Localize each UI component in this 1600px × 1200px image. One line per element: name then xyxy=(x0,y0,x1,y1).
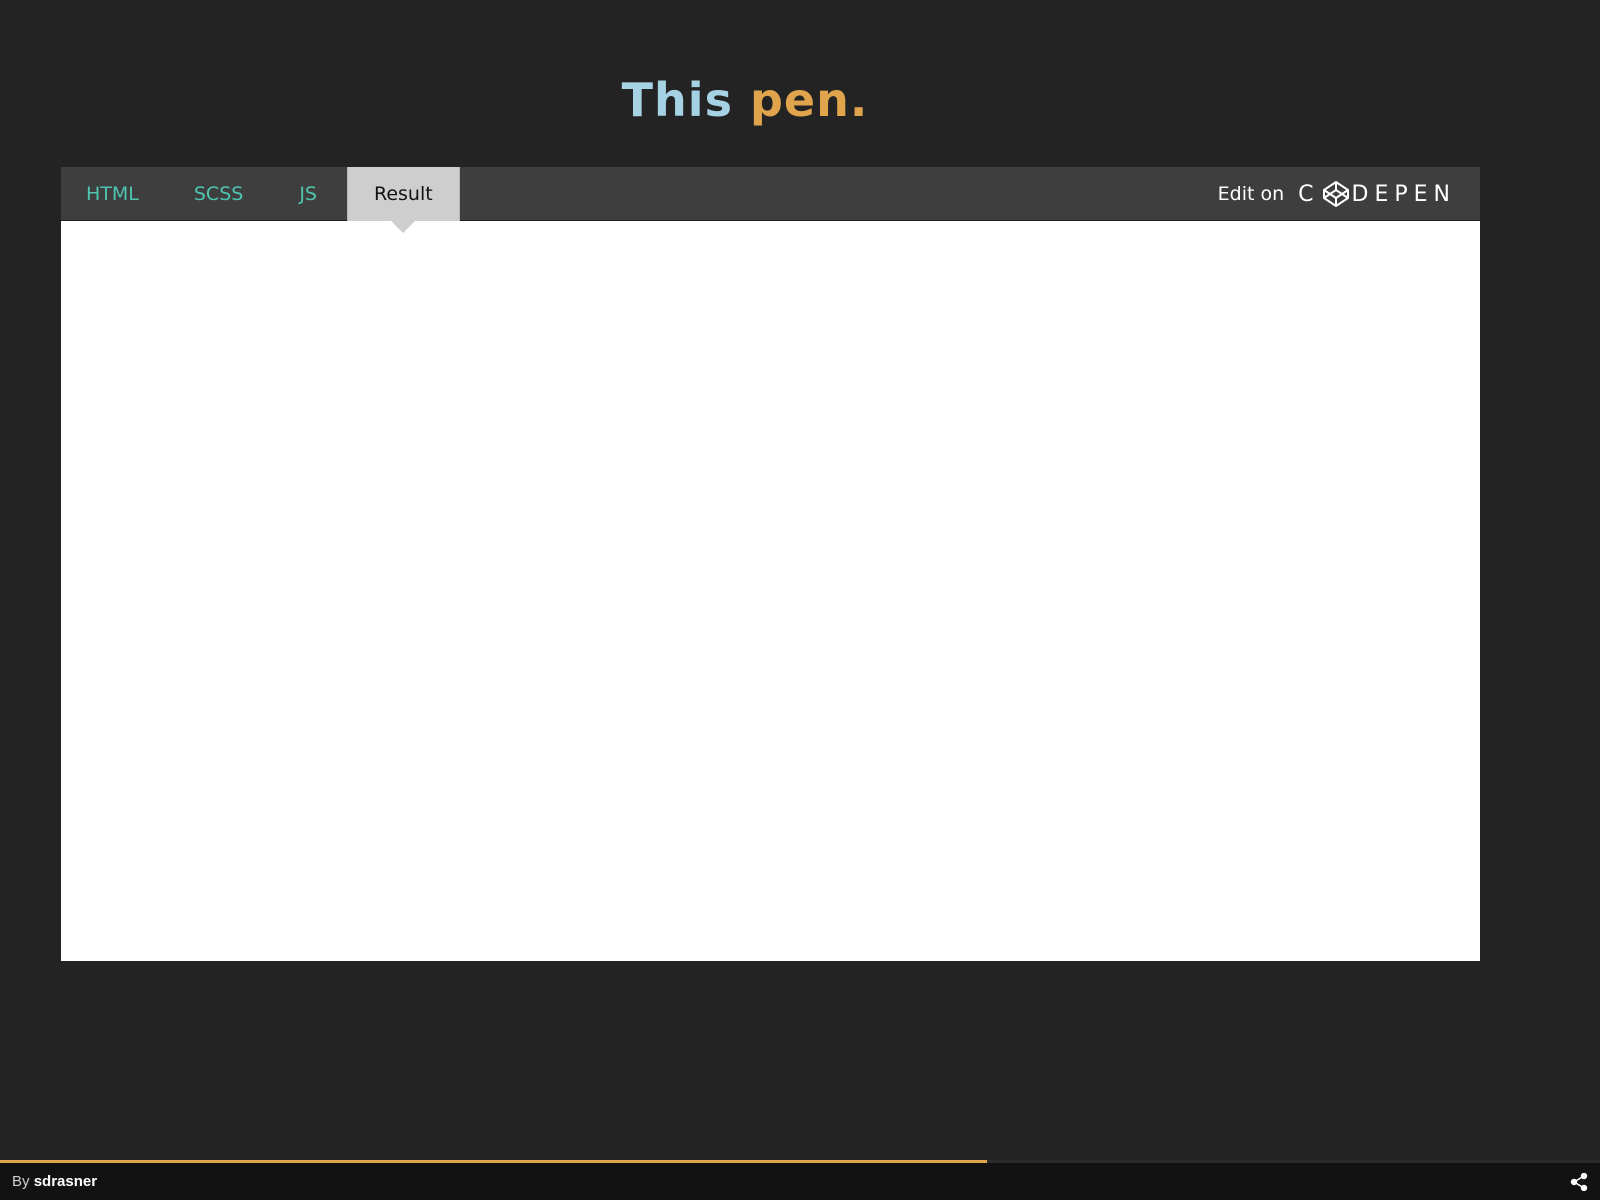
title-part-pen: pen. xyxy=(749,73,869,127)
progress-track xyxy=(0,1160,1600,1163)
edit-on-label: Edit on xyxy=(1217,183,1285,205)
codepen-logo: C DEPEN xyxy=(1298,180,1456,208)
progress-fill xyxy=(0,1160,988,1163)
share-icon[interactable] xyxy=(1570,1173,1588,1191)
codepen-logo-depen: DEPEN xyxy=(1351,181,1456,207)
codepen-box-icon xyxy=(1322,181,1349,207)
result-frame[interactable] xyxy=(61,221,1480,961)
title-part-this: This xyxy=(621,73,733,127)
tab-bar: HTML SCSS JS Result xyxy=(61,167,460,233)
codepen-embed: HTML SCSS JS Result Edit on C DEPEN xyxy=(61,167,1480,961)
author-link[interactable]: sdrasner xyxy=(34,1173,97,1190)
embed-header: HTML SCSS JS Result Edit on C DEPEN xyxy=(61,167,1480,233)
tab-html[interactable]: HTML xyxy=(61,167,164,221)
page-title: This pen. xyxy=(0,70,1490,130)
tab-scss[interactable]: SCSS xyxy=(164,167,271,221)
edit-on-codepen-link[interactable]: Edit on C DEPEN xyxy=(1218,167,1456,221)
byline: By sdrasner xyxy=(12,1163,97,1200)
tab-js[interactable]: JS xyxy=(271,167,347,221)
byline-label: By xyxy=(12,1173,30,1190)
footer-bar: By sdrasner xyxy=(0,1160,1600,1200)
active-tab-pointer xyxy=(391,221,416,233)
tab-result[interactable]: Result xyxy=(347,167,460,233)
page: This pen. HTML SCSS JS Result Edit on C xyxy=(0,0,1600,1200)
tab-result-label: Result xyxy=(374,183,433,205)
codepen-logo-c: C xyxy=(1298,181,1320,207)
